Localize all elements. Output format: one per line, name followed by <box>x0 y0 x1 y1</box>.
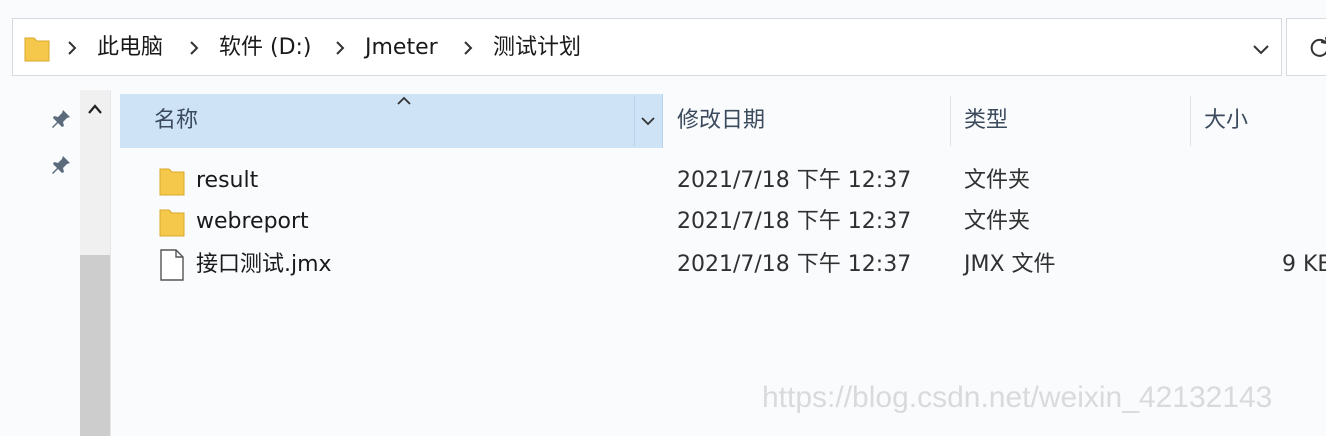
sort-ascending-icon <box>397 96 411 105</box>
breadcrumb-jmeter[interactable]: Jmeter <box>365 35 438 61</box>
breadcrumb-test-plan[interactable]: 测试计划 <box>493 35 581 61</box>
address-bar[interactable]: 此电脑 软件 (D:) Jmeter 测试计划 <box>12 18 1282 76</box>
file-name: webreport <box>196 209 309 234</box>
column-header-size[interactable]: 大小 <box>1204 108 1248 134</box>
chevron-right-icon[interactable] <box>459 39 477 57</box>
column-header-name-label: 名称 <box>154 108 199 133</box>
chevron-right-icon[interactable] <box>63 39 81 57</box>
refresh-button[interactable] <box>1286 18 1326 76</box>
file-modified: 2021/7/18 下午 12:37 <box>677 168 912 193</box>
file-modified: 2021/7/18 下午 12:37 <box>677 209 912 234</box>
column-divider[interactable] <box>1190 96 1191 146</box>
scrollbar-thumb[interactable] <box>80 255 110 436</box>
column-divider[interactable] <box>950 96 951 146</box>
pin-icon[interactable] <box>50 154 72 176</box>
file-modified: 2021/7/18 下午 12:37 <box>677 252 912 277</box>
file-type: JMX 文件 <box>964 252 1056 277</box>
folder-icon <box>159 209 185 237</box>
file-icon <box>160 249 184 281</box>
file-type: 文件夹 <box>964 168 1031 193</box>
refresh-icon <box>1310 37 1326 57</box>
chevron-right-icon[interactable] <box>185 39 203 57</box>
column-divider <box>634 96 635 146</box>
breadcrumb-this-pc[interactable]: 此电脑 <box>97 35 163 61</box>
pane-divider <box>110 90 111 436</box>
column-header-type[interactable]: 类型 <box>964 108 1008 134</box>
chevron-down-icon[interactable] <box>1249 39 1273 59</box>
file-name: 接口测试.jmx <box>196 252 332 277</box>
column-header-modified[interactable]: 修改日期 <box>677 108 765 134</box>
chevron-up-icon[interactable] <box>86 102 104 116</box>
file-name: result <box>196 168 259 193</box>
chevron-down-icon[interactable] <box>638 113 658 129</box>
file-type: 文件夹 <box>964 209 1031 234</box>
pin-icon[interactable] <box>50 108 72 130</box>
watermark-text: https://blog.csdn.net/weixin_42132143 <box>762 381 1273 414</box>
file-size: 9 KB <box>1282 252 1326 277</box>
breadcrumb-drive-d[interactable]: 软件 (D:) <box>219 35 312 61</box>
folder-icon <box>159 168 185 196</box>
chevron-right-icon[interactable] <box>331 39 349 57</box>
folder-icon <box>24 37 50 62</box>
column-header-name[interactable] <box>120 94 663 148</box>
